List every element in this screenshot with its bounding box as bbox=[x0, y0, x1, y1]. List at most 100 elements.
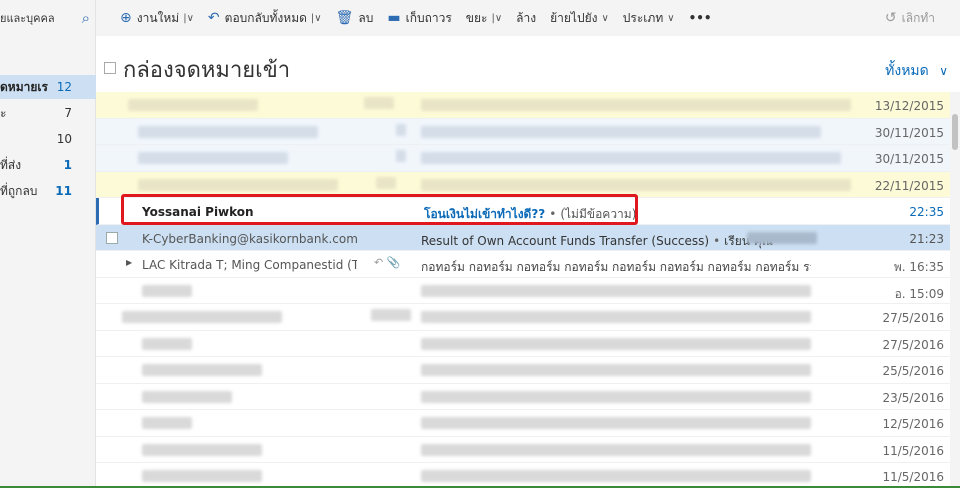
message-row[interactable]: Yossanai Piwkon โอนเงินไม่เข้าทำไงดี?? •(… bbox=[96, 198, 950, 225]
redacted-subject bbox=[421, 125, 821, 138]
message-subject: โอนเงินไม่เข้าทำไงดี?? bbox=[424, 207, 546, 221]
message-date: 11/5/2016 bbox=[882, 443, 944, 458]
sidebar-item-inbox[interactable]: ดหมายเร 12 bbox=[0, 75, 96, 99]
move-to-button[interactable]: ย้ายไปยัง ∨ bbox=[543, 0, 616, 36]
redacted-icons bbox=[371, 309, 411, 321]
message-row[interactable]: 27/5/2016 bbox=[96, 304, 950, 331]
message-subject-line: โอนเงินไม่เข้าทำไงดี?? • (ไม่มีข้อความ) bbox=[424, 207, 637, 221]
redacted-sender bbox=[142, 284, 192, 297]
unread-count: 10 bbox=[56, 132, 72, 146]
message-subject: กอทอร์ม กอทอร์ม กอทอร์ม กอทอร์ม กอทอร์ม … bbox=[421, 260, 811, 274]
chevron-down-icon[interactable]: |∨ bbox=[183, 13, 194, 24]
message-checkbox[interactable] bbox=[106, 231, 118, 244]
message-list: 13/12/2015 30/11/2015 30/11/2015 22/11/2… bbox=[96, 92, 950, 488]
sidebar-item-label: ที่ส่ง bbox=[0, 157, 22, 172]
folder-sidebar: ยและบุคคล ⌕ ดหมายเร 12 ะ 7 10 ที่ส่ง 1 ท… bbox=[0, 0, 96, 488]
chevron-down-icon: ∨ bbox=[939, 64, 948, 78]
sidebar-item-deleted[interactable]: ที่ถูกลบ 11 bbox=[0, 179, 96, 203]
more-button[interactable]: ••• bbox=[682, 0, 719, 36]
filter-label: ทั้งหมด bbox=[885, 63, 929, 79]
message-date: 13/12/2015 bbox=[874, 99, 944, 113]
redacted-subject bbox=[421, 99, 851, 111]
message-date: 22:35 bbox=[909, 205, 944, 219]
message-preview: (ไม่มีข้อความ) bbox=[560, 207, 637, 221]
message-date: 11/5/2016 bbox=[882, 470, 944, 484]
message-row[interactable]: 27/5/2016 bbox=[96, 331, 950, 357]
undo-icon: ↺ bbox=[884, 10, 897, 26]
people-search[interactable]: ยและบุคคล ⌕ bbox=[0, 0, 96, 36]
expand-thread-icon[interactable]: ▶ bbox=[126, 258, 132, 267]
chevron-down-icon[interactable]: |∨ bbox=[311, 13, 322, 24]
message-row[interactable]: 13/12/2015 bbox=[96, 92, 950, 119]
message-row[interactable]: 30/11/2015 bbox=[96, 118, 950, 145]
reply-icon: ↶ 📎 bbox=[374, 256, 401, 269]
redacted-sender bbox=[142, 337, 192, 350]
message-sender: LAC Kitrada T; Ming Companestid (TH); bbox=[142, 258, 357, 272]
message-row[interactable]: 23/5/2016 bbox=[96, 384, 950, 410]
redacted-subject bbox=[421, 337, 811, 350]
redacted-icons bbox=[364, 97, 394, 109]
message-row[interactable]: 11/5/2016 bbox=[96, 437, 950, 463]
redacted-subject bbox=[421, 152, 841, 164]
sweep-button[interactable]: ล้าง bbox=[509, 0, 543, 36]
more-icon: ••• bbox=[688, 11, 712, 25]
junk-button[interactable]: ขยะ |∨ bbox=[459, 0, 509, 36]
sidebar-item-junk[interactable]: ะ 7 bbox=[0, 101, 96, 125]
redacted-icons bbox=[396, 123, 406, 136]
message-date: 25/5/2016 bbox=[882, 364, 944, 378]
scrollbar-thumb[interactable] bbox=[952, 114, 958, 150]
reply-all-button[interactable]: ↶ ตอบกลับทั้งหมด |∨ bbox=[201, 0, 329, 36]
message-date: 27/5/2016 bbox=[882, 337, 944, 352]
chevron-down-icon[interactable]: |∨ bbox=[491, 13, 502, 24]
redacted-subject bbox=[421, 364, 811, 376]
redacted-sender bbox=[142, 470, 262, 482]
sidebar-item-sent[interactable]: ที่ส่ง 1 bbox=[0, 153, 96, 177]
redacted-subject bbox=[421, 178, 851, 191]
message-row[interactable]: อ. 15:09 bbox=[96, 278, 950, 304]
message-date: 27/5/2016 bbox=[882, 311, 944, 325]
new-button-label: งานใหม่ bbox=[136, 10, 180, 25]
unread-count: 12 bbox=[56, 80, 72, 94]
message-row[interactable]: 30/11/2015 bbox=[96, 145, 950, 172]
redacted-sender bbox=[138, 178, 338, 191]
filter-dropdown[interactable]: ทั้งหมด ∨ bbox=[885, 60, 948, 82]
redacted-subject bbox=[421, 390, 811, 403]
redacted-sender bbox=[138, 152, 288, 164]
message-date: 12/5/2016 bbox=[882, 417, 944, 431]
redacted-sender bbox=[122, 311, 282, 323]
redacted-icons bbox=[396, 150, 406, 162]
archive-label: เก็บถาวร bbox=[405, 10, 452, 25]
chevron-down-icon: ∨ bbox=[667, 12, 675, 24]
categories-button[interactable]: ประเภท ∨ bbox=[616, 0, 682, 36]
archive-icon: ▬ bbox=[387, 10, 401, 26]
redacted-subject bbox=[421, 311, 811, 323]
message-sender: K-CyberBanking@kasikornbank.com bbox=[142, 231, 358, 246]
list-scrollbar[interactable] bbox=[950, 92, 960, 488]
message-row[interactable]: 22/11/2015 bbox=[96, 171, 950, 198]
new-button[interactable]: ⊕ งานใหม่ |∨ bbox=[96, 0, 201, 36]
message-date: พ. 16:35 bbox=[893, 260, 944, 274]
undo-button[interactable]: ↺ เลิกทำ bbox=[878, 0, 942, 36]
select-all-checkbox[interactable] bbox=[104, 62, 116, 74]
redacted-sender bbox=[142, 390, 232, 403]
redacted-subject bbox=[421, 284, 811, 297]
delete-button[interactable]: 🗑 ลบ bbox=[329, 0, 381, 36]
redacted-subject bbox=[421, 470, 811, 482]
plus-circle-icon: ⊕ bbox=[120, 10, 132, 26]
unread-count: 11 bbox=[55, 184, 72, 198]
categories-label: ประเภท bbox=[622, 10, 664, 25]
junk-label: ขยะ bbox=[465, 10, 488, 25]
archive-button[interactable]: ▬ เก็บถาวร bbox=[380, 0, 458, 36]
message-row[interactable]: ▶ LAC Kitrada T; Ming Companestid (TH); … bbox=[96, 251, 950, 278]
message-row[interactable]: 25/5/2016 bbox=[96, 357, 950, 384]
message-row[interactable]: 12/5/2016 bbox=[96, 410, 950, 437]
message-row[interactable]: K-CyberBanking@kasikornbank.com Result o… bbox=[96, 224, 950, 251]
sidebar-item-folder[interactable]: 10 bbox=[0, 127, 96, 151]
redacted-icons bbox=[376, 176, 396, 189]
redacted-sender bbox=[142, 443, 262, 456]
message-sender: Yossanai Piwkon bbox=[142, 205, 254, 219]
message-row[interactable]: 11/5/2016 bbox=[96, 463, 950, 488]
mail-app: ยและบุคคล ⌕ ดหมายเร 12 ะ 7 10 ที่ส่ง 1 ท… bbox=[0, 0, 960, 488]
delete-label: ลบ bbox=[358, 10, 374, 25]
search-icon[interactable]: ⌕ bbox=[82, 9, 90, 27]
